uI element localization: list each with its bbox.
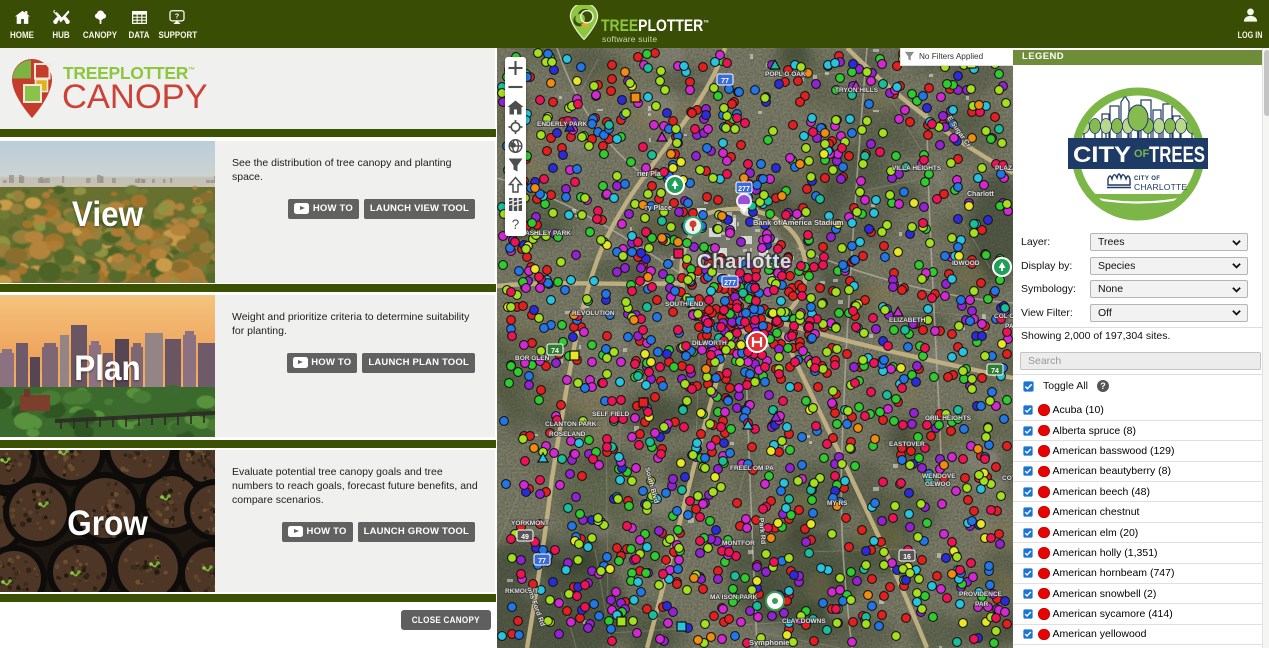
svg-text:TREES: TREES [1149, 142, 1205, 167]
svg-text:GRIL HEIGHTS: GRIL HEIGHTS [925, 415, 972, 422]
svg-text:IDWOOD: IDWOOD [952, 260, 980, 267]
svg-text:MA ISON PARK: MA ISON PARK [710, 594, 758, 601]
svg-text:SELF FIELD: SELF FIELD [592, 411, 630, 418]
svg-text:16: 16 [903, 554, 911, 561]
svg-text:FREEL OM PA: FREEL OM PA [730, 465, 774, 472]
svg-text:77: 77 [721, 78, 729, 85]
svg-text:COL COMMONWEALTH: COL COMMONWEALTH [994, 313, 1013, 320]
svg-text:COTSWOLD: COTSWOLD [1002, 475, 1013, 482]
svg-text:MONTFOR: MONTFOR [722, 540, 755, 547]
svg-text:?: ? [175, 11, 180, 20]
svg-text:PLAZA HAMP: PLAZA HAMP [995, 165, 1013, 172]
svg-text:GEWOO: GEWOO [925, 481, 951, 488]
svg-text:ry Place: ry Place [645, 205, 672, 212]
svg-text:?: ? [512, 217, 520, 232]
svg-text:PARK: PARK [1005, 323, 1013, 330]
svg-text:rier Pla: rier Pla [637, 171, 661, 178]
svg-text:ROSELAND: ROSELAND [549, 431, 586, 438]
svg-text:CLAY DOWNS: CLAY DOWNS [782, 618, 826, 625]
svg-text:CITY: CITY [1073, 142, 1131, 167]
svg-text:CLANTON PARK: CLANTON PARK [545, 421, 597, 428]
svg-text:DILWORTH: DILWORTH [692, 340, 727, 347]
svg-text:277: 277 [724, 280, 736, 287]
svg-text:77: 77 [538, 558, 546, 565]
svg-text:Symphonie: Symphonie [749, 638, 789, 647]
svg-text:PROVIDENCE: PROVIDENCE [959, 591, 1003, 598]
svg-text:WENDOVE: WENDOVE [922, 473, 956, 480]
svg-text:OF: OF [1134, 148, 1150, 160]
svg-text:PAR: PAR [975, 601, 989, 608]
svg-text:VILLA HEIGHTS: VILLA HEIGHTS [892, 165, 942, 172]
svg-text:TRYON HILLS: TRYON HILLS [835, 87, 879, 94]
svg-text:REVOLUTION: REVOLUTION [572, 310, 615, 317]
svg-text:YORKMONT: YORKMONT [511, 520, 549, 527]
svg-text:POPL G OAK: POPL G OAK [765, 71, 806, 78]
svg-text:74: 74 [991, 368, 999, 375]
svg-text:74: 74 [551, 348, 559, 355]
svg-text:ASHLEY PARK: ASHLEY PARK [525, 230, 571, 237]
svg-text:MY RS: MY RS [827, 500, 848, 507]
svg-text:Charlotte: Charlotte [697, 251, 792, 273]
svg-text:277: 277 [738, 186, 750, 193]
svg-text:Bank of America Stadium: Bank of America Stadium [753, 218, 844, 227]
svg-text:49: 49 [521, 534, 529, 541]
svg-text:CHARLOTTE: CHARLOTTE [1134, 182, 1187, 192]
svg-text:BOR GLEN: BOR GLEN [515, 355, 550, 362]
svg-text:ENDERLY PARK: ENDERLY PARK [537, 121, 587, 128]
svg-text:Charlott: Charlott [967, 191, 995, 198]
svg-text:SOUTH END: SOUTH END [665, 301, 704, 308]
svg-text:ELIZABETH: ELIZABETH [889, 317, 926, 324]
svg-text:EASTOVER: EASTOVER [889, 441, 925, 448]
